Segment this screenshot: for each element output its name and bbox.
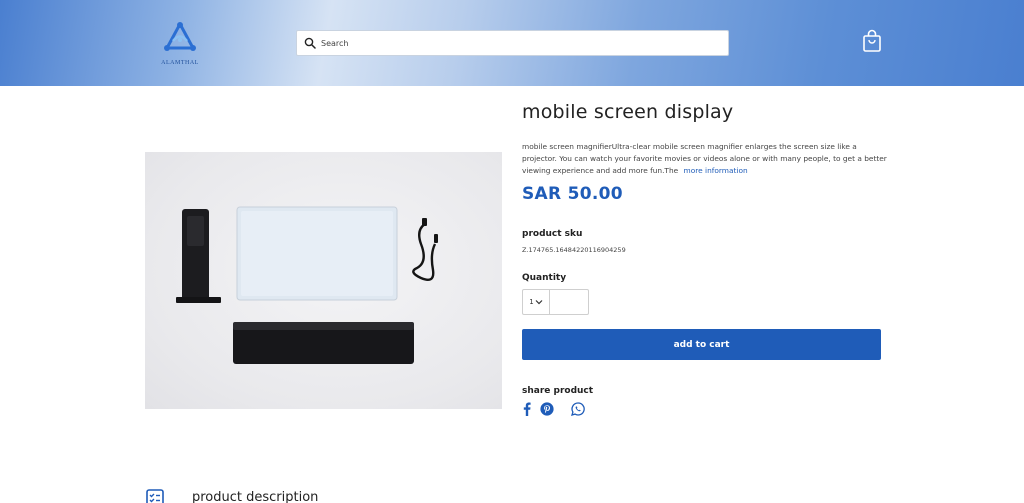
quantity-input[interactable] xyxy=(550,290,588,314)
search-icon[interactable] xyxy=(299,31,321,55)
chevron-down-icon xyxy=(535,300,543,305)
quantity-dropdown[interactable]: 1 xyxy=(523,290,550,314)
quantity-label: Quantity xyxy=(522,273,567,283)
product-photo xyxy=(176,206,438,364)
search-bar[interactable] xyxy=(296,30,729,56)
product-description-heading: product description xyxy=(192,490,319,503)
whatsapp-icon[interactable] xyxy=(571,401,585,417)
share-icons xyxy=(520,401,585,417)
product-image[interactable] xyxy=(145,152,502,409)
pinterest-icon[interactable] xyxy=(540,401,554,417)
product-title: mobile screen display xyxy=(522,101,734,123)
add-to-cart-button[interactable]: add to cart xyxy=(522,329,881,360)
store-logo[interactable]: ALAMTHAL xyxy=(155,20,205,70)
site-header: ALAMTHAL xyxy=(0,0,1024,86)
share-label: share product xyxy=(522,386,594,396)
product-price: SAR 50.00 xyxy=(522,184,623,204)
shopping-bag-icon xyxy=(863,29,881,52)
quantity-value: 1 xyxy=(529,298,534,306)
facebook-icon[interactable] xyxy=(520,401,534,417)
cart-button[interactable] xyxy=(861,29,883,53)
quantity-selector: 1 xyxy=(522,289,589,315)
checklist-icon xyxy=(146,489,164,503)
sku-value: Z.174765.16484220116904259 xyxy=(522,246,626,254)
more-information-link[interactable]: more information xyxy=(684,166,748,175)
logo-icon xyxy=(164,22,196,51)
sku-label: product sku xyxy=(522,229,583,239)
product-short-description: mobile screen magnifierUltra-clear mobil… xyxy=(522,141,887,177)
logo-text: ALAMTHAL xyxy=(161,60,199,66)
search-input[interactable] xyxy=(321,32,728,54)
